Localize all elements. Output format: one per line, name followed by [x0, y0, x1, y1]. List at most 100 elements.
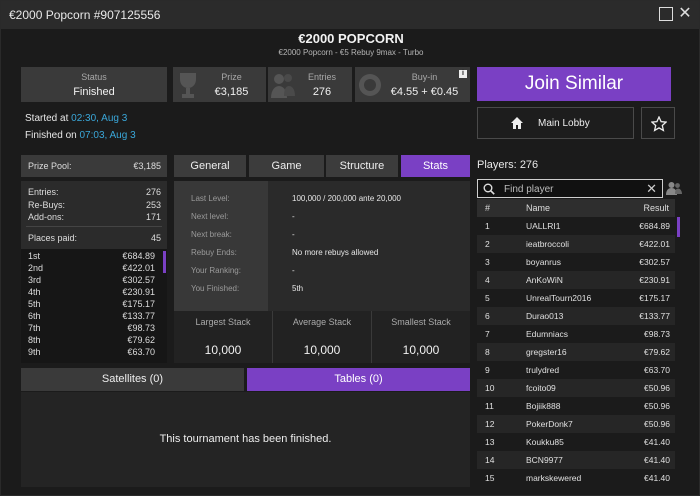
- player-rank: 13: [485, 437, 495, 447]
- places-scrollbar[interactable]: [163, 251, 166, 273]
- tab-tables[interactable]: Tables (0): [247, 368, 470, 391]
- place-label: 4th: [28, 287, 41, 297]
- started-time: Started at 02:30, Aug 3: [25, 113, 127, 124]
- addons-label: Add-ons:: [28, 212, 65, 222]
- player-rank: 10: [485, 383, 495, 393]
- place-prize: €422.01: [122, 263, 155, 273]
- player-name: AnKoWiN: [526, 275, 563, 285]
- player-name: trulydred: [526, 365, 560, 375]
- player-row[interactable]: 13 Koukku85 €41.40: [477, 433, 675, 451]
- close-button[interactable]: ✕: [677, 5, 693, 23]
- player-rank: 2: [485, 239, 490, 249]
- stats-panel: Last Level: 100,000 / 200,000 ante 20,00…: [174, 181, 470, 363]
- player-row[interactable]: 7 Edumniacs €98.73: [477, 325, 675, 343]
- player-row[interactable]: 12 PokerDonk7 €50.96: [477, 415, 675, 433]
- stat-value: -: [292, 266, 295, 275]
- player-name: Koukku85: [526, 437, 564, 447]
- search-icon: [483, 183, 495, 195]
- star-icon: [651, 116, 667, 132]
- finished-message: This tournament has been finished.: [159, 433, 332, 445]
- entries-card: Entries 276: [268, 67, 352, 102]
- player-name: markskewered: [526, 473, 582, 483]
- place-label: 6th: [28, 311, 41, 321]
- place-label: 8th: [28, 335, 41, 345]
- find-player-input[interactable]: Find player ✕: [477, 179, 663, 198]
- player-name: Bojiik888: [526, 401, 561, 411]
- tab-general[interactable]: General: [174, 155, 246, 177]
- player-rank: 11: [485, 401, 494, 411]
- tournament-title: €2000 POPCORN: [298, 31, 404, 46]
- average-stack-value: 10,000: [303, 343, 341, 357]
- tab-structure[interactable]: Structure: [326, 155, 398, 177]
- entries-stats-box: Entries: 276 Re-Buys: 253 Add-ons: 171 P…: [21, 181, 167, 363]
- places-paid-row: Places paid: 45: [28, 233, 161, 243]
- player-row[interactable]: 3 boyanrus €302.57: [477, 253, 675, 271]
- places-paid-value: 45: [150, 233, 161, 243]
- player-row[interactable]: 15 markskewered €41.40: [477, 469, 675, 487]
- friends-icon[interactable]: [666, 181, 682, 196]
- players-label: Players:: [477, 159, 517, 171]
- player-result: €98.73: [644, 329, 670, 339]
- entries-label: Entries: [307, 72, 336, 82]
- player-row[interactable]: 1 UALLRI1 €684.89: [477, 217, 675, 235]
- average-stack: Average Stack 10,000: [273, 311, 371, 363]
- player-rank: 14: [485, 455, 495, 465]
- player-row[interactable]: 2 ieatbroccoli €422.01: [477, 235, 675, 253]
- tab-stats[interactable]: Stats: [401, 155, 470, 177]
- players-table-header: # Name Result: [477, 199, 675, 217]
- player-row[interactable]: 4 AnKoWiN €230.91: [477, 271, 675, 289]
- col-name[interactable]: Name: [526, 203, 550, 213]
- players-count-value: 276: [519, 159, 539, 171]
- prize-pool-row: Prize Pool: €3,185: [28, 161, 161, 171]
- largest-stack: Largest Stack 10,000: [174, 311, 272, 363]
- player-result: €63.70: [644, 365, 670, 375]
- player-result: €50.96: [644, 383, 670, 393]
- player-result: €50.96: [644, 401, 670, 411]
- prize-pool-bar: Prize Pool: €3,185: [21, 155, 167, 177]
- smallest-stack-label: Smallest Stack: [391, 317, 451, 327]
- tab-game[interactable]: Game: [249, 155, 324, 177]
- stat-label: Next level:: [191, 212, 229, 221]
- player-result: €302.57: [639, 257, 670, 267]
- status-card: Status Finished: [21, 67, 167, 102]
- player-row[interactable]: 9 trulydred €63.70: [477, 361, 675, 379]
- player-result: €41.40: [644, 473, 670, 483]
- col-rank[interactable]: #: [485, 203, 490, 213]
- player-row[interactable]: 6 Durao013 €133.77: [477, 307, 675, 325]
- place-label: 1st: [28, 251, 41, 261]
- tab-satellites[interactable]: Satellites (0): [21, 368, 244, 391]
- stat-label: Your Ranking:: [191, 266, 241, 275]
- prize-card: Prize €3,185: [173, 67, 266, 102]
- player-name: gregster16: [526, 347, 567, 357]
- player-rank: 1: [485, 221, 490, 231]
- prize-label: Prize: [221, 72, 242, 82]
- place-prize: €302.57: [122, 275, 155, 285]
- largest-stack-value: 10,000: [204, 343, 242, 357]
- entries-row: Entries: 276: [28, 187, 161, 197]
- player-row[interactable]: 8 gregster16 €79.62: [477, 343, 675, 361]
- player-rank: 12: [485, 419, 495, 429]
- main-lobby-button[interactable]: Main Lobby: [477, 107, 634, 139]
- player-row[interactable]: 11 Bojiik888 €50.96: [477, 397, 675, 415]
- stat-value: 5th: [292, 284, 304, 293]
- player-row[interactable]: 10 fcoito09 €50.96: [477, 379, 675, 397]
- player-name: UnrealTourn2016: [526, 293, 592, 303]
- finished-label: Finished on: [25, 130, 77, 141]
- player-result: €684.89: [639, 221, 670, 231]
- buyin-value: €4.55 + €0.45: [390, 86, 459, 98]
- col-result[interactable]: Result: [643, 203, 669, 213]
- place-label: 3rd: [28, 275, 42, 285]
- player-row[interactable]: 14 BCN9977 €41.40: [477, 451, 675, 469]
- join-similar-button[interactable]: Join Similar: [477, 67, 671, 101]
- clear-search-icon[interactable]: ✕: [646, 181, 657, 197]
- players-scrollbar[interactable]: [677, 217, 680, 237]
- player-row[interactable]: 5 UnrealTourn2016 €175.17: [477, 289, 675, 307]
- player-result: €79.62: [644, 347, 670, 357]
- favorite-button[interactable]: [641, 107, 675, 139]
- place-row: 4th €230.91: [28, 287, 161, 297]
- buyin-label: Buy-in: [411, 72, 438, 82]
- places-list[interactable]: 1st €684.89 2nd €422.01 3rd €302.57 4th €230…: [21, 249, 167, 363]
- maximize-button[interactable]: [659, 7, 673, 21]
- player-rank: 5: [485, 293, 490, 303]
- place-prize: €684.89: [122, 251, 155, 261]
